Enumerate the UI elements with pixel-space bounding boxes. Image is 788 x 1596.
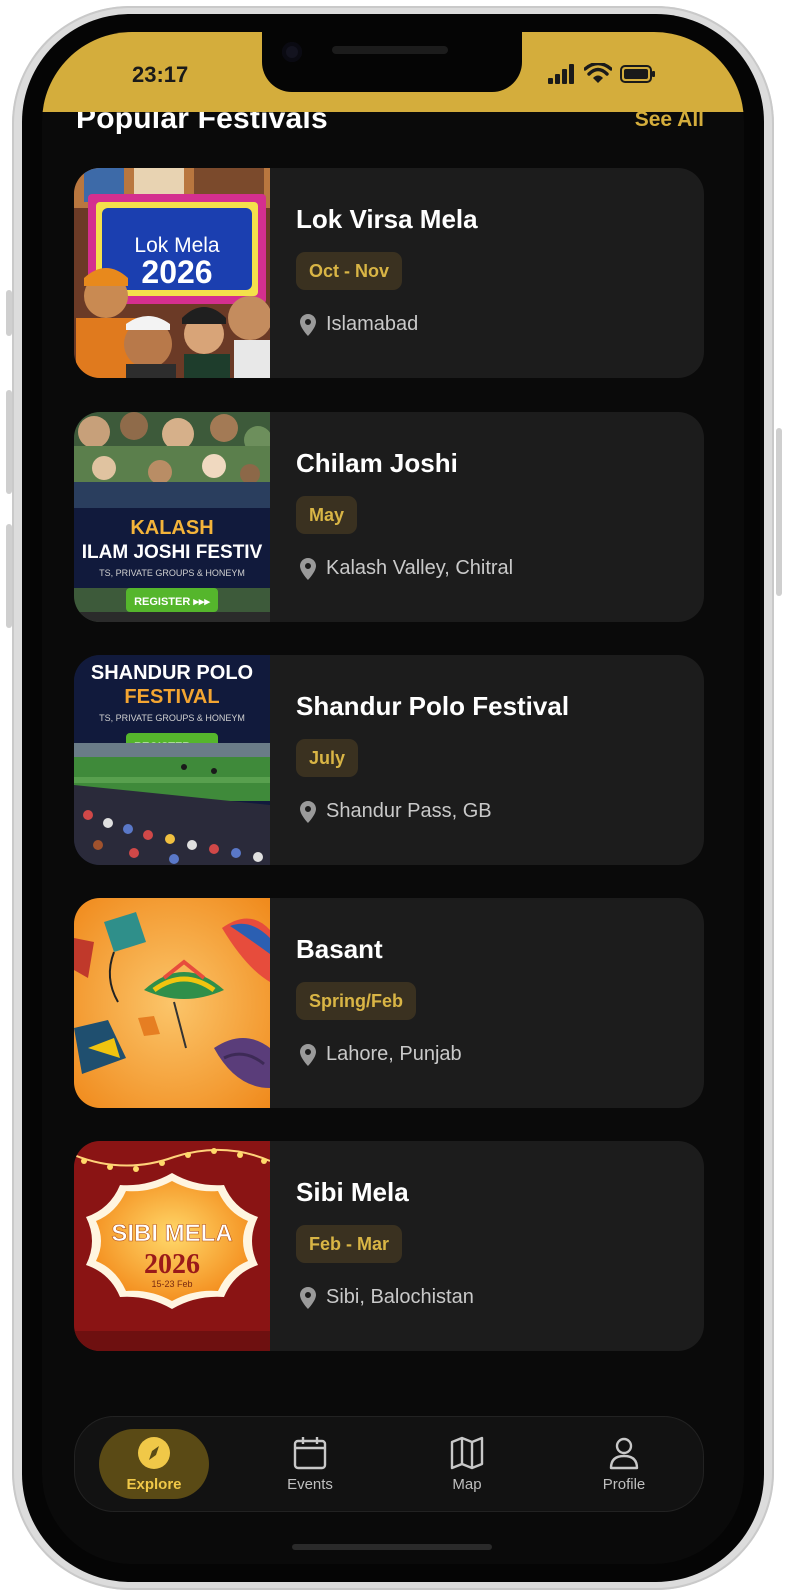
signal-icon <box>548 64 574 84</box>
nav-item-map[interactable]: Map <box>412 1429 522 1499</box>
festival-date-badge: Feb - Mar <box>296 1225 403 1263</box>
thumb-text-line2: ILAM JOSHI FESTIV <box>82 542 263 563</box>
location-pin-icon <box>300 1286 316 1309</box>
location-text: Kalash Valley, Chitral <box>326 557 514 579</box>
thumb-text-line2: FESTIVAL <box>124 686 219 708</box>
map-icon <box>450 1436 484 1469</box>
festival-name: Basant <box>296 934 383 964</box>
festival-date-badge: July <box>296 739 359 777</box>
location-text: Sibi, Balochistan <box>326 1286 474 1308</box>
volume-up-button <box>6 390 12 494</box>
nav-item-events[interactable]: Events <box>255 1429 365 1499</box>
thumb-text-line2: 2026 <box>144 1249 200 1280</box>
status-icons <box>548 62 656 86</box>
mute-switch <box>6 290 12 336</box>
nav-label: Map <box>452 1475 482 1493</box>
festival-name: Sibi Mela <box>296 1177 409 1207</box>
volume-down-button <box>6 524 12 628</box>
festival-thumbnail: SIBI MELA 2026 15-23 Feb <box>74 1141 270 1351</box>
festival-location: Shandur Pass, GB <box>300 800 492 823</box>
thumb-text-line2: 2026 <box>141 254 212 290</box>
festival-date-badge: Oct - Nov <box>296 252 403 290</box>
status-bar: 23:17 <box>42 32 744 112</box>
thumb-text-line3: 15-23 Feb <box>151 1279 192 1289</box>
festival-name: Lok Virsa Mela <box>296 204 478 234</box>
thumb-text-line1: SIBI MELA <box>111 1220 232 1247</box>
nav-item-explore[interactable]: Explore <box>99 1429 209 1499</box>
festival-location: Sibi, Balochistan <box>300 1286 474 1309</box>
thumb-text-line3: TS, PRIVATE GROUPS & HONEYM <box>99 568 245 578</box>
status-time: 23:17 <box>132 62 189 87</box>
location-text: Shandur Pass, GB <box>326 800 492 822</box>
festival-card-sibi-mela[interactable]: SIBI MELA 2026 15-23 Feb Sibi Mela Feb -… <box>74 1141 704 1351</box>
location-pin-icon <box>300 800 316 823</box>
festival-location: Islamabad <box>300 313 418 336</box>
festival-card-basant[interactable]: Basant Spring/Feb Lahore, Punjab <box>74 898 704 1108</box>
wifi-icon <box>584 63 612 83</box>
festival-thumbnail: SHANDUR POLO FESTIVAL TS, PRIVATE GROUPS… <box>74 655 270 865</box>
festival-thumbnail: Lok Mela 2026 <box>74 168 270 378</box>
earpiece-speaker <box>332 46 448 54</box>
festival-thumbnail <box>74 898 270 1108</box>
app-screen: Popular Festivals See All Lok Mela 2026 <box>42 32 744 1564</box>
festival-location: Lahore, Punjab <box>300 1043 462 1066</box>
festival-name: Chilam Joshi <box>296 448 458 478</box>
compass-icon <box>138 1436 170 1469</box>
festival-name: Shandur Polo Festival <box>296 691 570 721</box>
thumb-text-line1: SHANDUR POLO <box>91 662 253 684</box>
location-pin-icon <box>300 1043 316 1066</box>
thumb-register-label: REGISTER ▸▸▸ <box>134 596 210 608</box>
location-text: Islamabad <box>326 313 419 335</box>
home-indicator <box>292 1544 492 1550</box>
festival-thumbnail: KALASH ILAM JOSHI FESTIV TS, PRIVATE GRO… <box>74 412 270 622</box>
festival-card-lok-virsa-mela[interactable]: Lok Mela 2026 Lok Virsa Mela Oct - Nov I… <box>74 168 704 378</box>
notch <box>262 32 522 92</box>
festival-date-badge: May <box>296 496 358 534</box>
thumb-text-line1: KALASH <box>130 517 213 539</box>
location-text: Lahore, Punjab <box>326 1043 462 1065</box>
location-pin-icon <box>300 557 316 580</box>
festival-card-shandur-polo[interactable]: SHANDUR POLO FESTIVAL TS, PRIVATE GROUPS… <box>74 655 704 865</box>
power-button <box>776 428 782 596</box>
nav-label: Explore <box>126 1475 182 1493</box>
bottom-navigation: Explore Events Map Profile <box>74 1416 704 1512</box>
location-pin-icon <box>300 313 316 336</box>
thumb-text-line3: TS, PRIVATE GROUPS & HONEYM <box>99 713 245 723</box>
calendar-icon <box>293 1436 327 1469</box>
nav-label: Events <box>287 1475 333 1493</box>
nav-label: Profile <box>602 1475 646 1493</box>
battery-icon <box>620 65 655 83</box>
front-camera-icon <box>282 42 302 62</box>
festival-location: Kalash Valley, Chitral <box>300 557 513 580</box>
festival-date-badge: Spring/Feb <box>296 982 416 1020</box>
user-icon <box>609 1437 639 1469</box>
nav-item-profile[interactable]: Profile <box>569 1429 679 1499</box>
festival-card-chilam-joshi[interactable]: KALASH ILAM JOSHI FESTIV TS, PRIVATE GRO… <box>74 412 704 622</box>
